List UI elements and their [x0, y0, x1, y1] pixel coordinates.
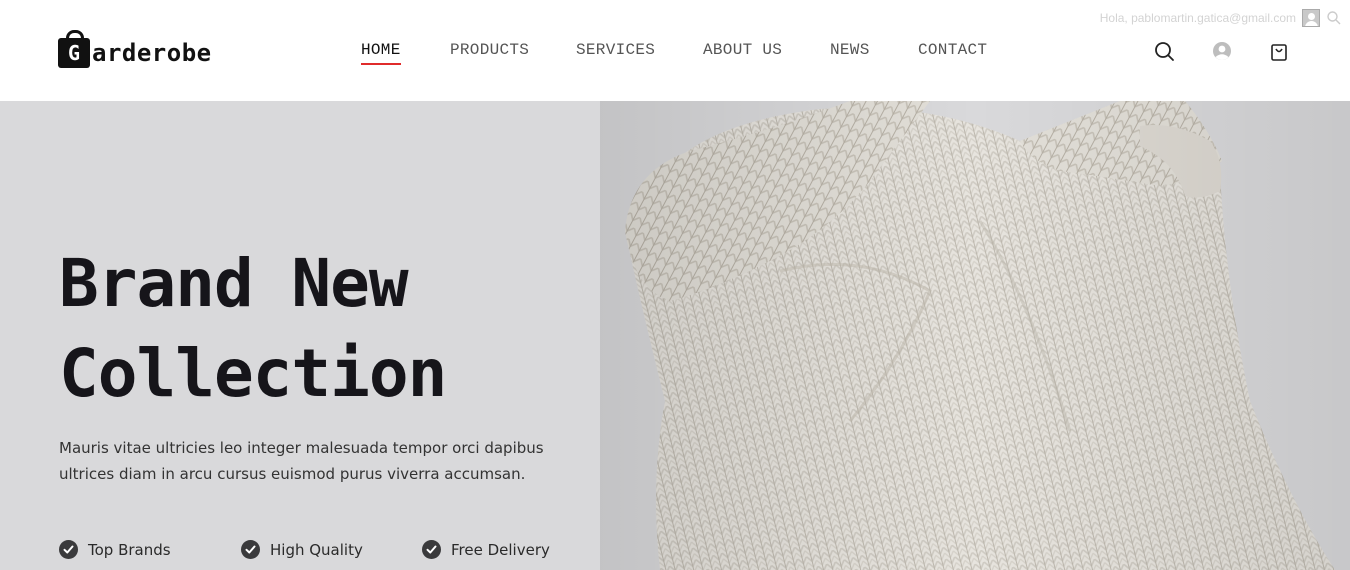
mini-avatar-icon[interactable] [1302, 9, 1320, 27]
hero-title-line-1: Brand New [59, 245, 409, 322]
hero-title-line-2: Collection [59, 335, 447, 412]
feature-label: Top Brands [88, 540, 171, 559]
site-header: G arderobe HOME PRODUCTS SERVICES ABOUT … [0, 0, 1350, 101]
user-greeting[interactable]: Hola, pablomartin.gatica@gmail.com [1100, 11, 1296, 25]
mini-search-icon[interactable] [1326, 10, 1342, 26]
nav-item-label: ABOUT US [703, 41, 783, 59]
nav-item-label: HOME [361, 41, 401, 59]
feature-label: High Quality [270, 540, 363, 559]
check-circle-icon [241, 540, 260, 559]
nav-item-news[interactable]: NEWS [830, 41, 870, 59]
main-nav: HOME PRODUCTS SERVICES ABOUT US NEWS CON… [0, 41, 1350, 71]
nav-item-products[interactable]: PRODUCTS [450, 41, 529, 59]
nav-item-label: SERVICES [576, 41, 656, 59]
hero-title: Brand New Collection [59, 239, 599, 419]
check-circle-icon [59, 540, 78, 559]
active-underline [361, 63, 401, 65]
nav-item-about-us[interactable]: ABOUT US [703, 41, 782, 59]
nav-item-contact[interactable]: CONTACT [918, 41, 987, 59]
check-circle-icon [422, 540, 441, 559]
sweater-hero-image [600, 101, 1350, 570]
feature-item: High Quality [241, 540, 363, 559]
search-icon[interactable] [1153, 40, 1177, 64]
user-strip: Hola, pablomartin.gatica@gmail.com [1100, 8, 1342, 28]
feature-item: Free Delivery [422, 540, 550, 559]
nav-item-label: NEWS [830, 41, 870, 59]
hero-description: Mauris vitae ultricies leo integer males… [59, 439, 544, 483]
hero-section: Brand New Collection Mauris vitae ultric… [0, 101, 1350, 570]
cart-icon[interactable] [1267, 40, 1291, 64]
nav-item-label: CONTACT [918, 41, 988, 59]
feature-label: Free Delivery [451, 540, 550, 559]
nav-item-services[interactable]: SERVICES [576, 41, 655, 59]
nav-item-label: PRODUCTS [450, 41, 530, 59]
user-icon[interactable] [1210, 40, 1234, 64]
nav-item-home[interactable]: HOME [361, 41, 401, 65]
feature-item: Top Brands [59, 540, 171, 559]
